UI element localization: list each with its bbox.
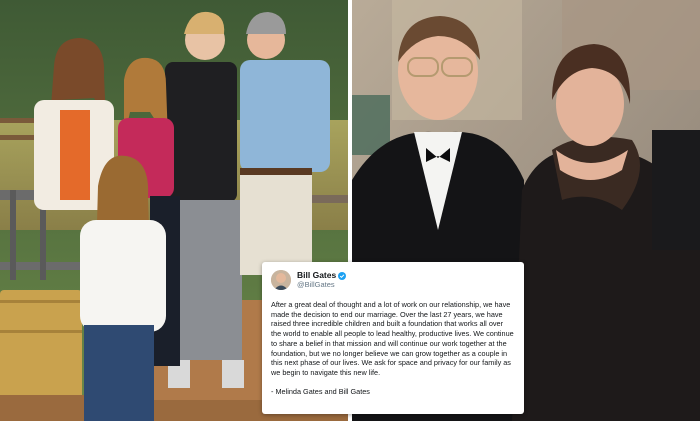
tweet-text: After a great deal of thought and a lot … bbox=[271, 300, 514, 377]
avatar-icon bbox=[271, 270, 291, 290]
author-handle[interactable]: @BillGates bbox=[297, 280, 346, 290]
tweet-card: Bill Gates @BillGates After a great deal… bbox=[262, 262, 524, 414]
tweet-header: Bill Gates @BillGates bbox=[271, 268, 515, 292]
tweet-signature: - Melinda Gates and Bill Gates bbox=[271, 386, 370, 396]
tweet-author: Bill Gates @BillGates bbox=[297, 270, 347, 290]
avatar[interactable] bbox=[271, 270, 291, 290]
verified-badge-icon bbox=[338, 271, 347, 280]
author-name[interactable]: Bill Gates bbox=[297, 270, 336, 280]
